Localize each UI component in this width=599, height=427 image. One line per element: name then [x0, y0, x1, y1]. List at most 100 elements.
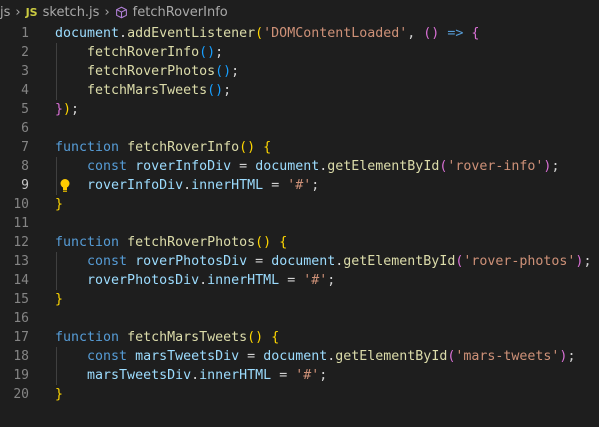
code-token: roverInfoDiv [87, 178, 184, 193]
code-line[interactable]: 3 fetchRoverPhotos(); [0, 62, 599, 81]
code-line[interactable]: 10} [0, 195, 599, 214]
code-line[interactable]: 9 roverInfoDiv.innerHTML = '#'; [0, 176, 599, 195]
code-area[interactable]: 1 document.addEventListener('DOMContentLo… [0, 24, 599, 404]
code-line[interactable]: 7 function fetchRoverInfo() { [0, 138, 599, 157]
line-number: 14 [13, 273, 29, 288]
line-number: 8 [21, 159, 29, 174]
code-text: } [55, 385, 63, 404]
code-line[interactable]: 20} [0, 385, 599, 404]
code-token: { [471, 26, 480, 41]
line-number: 12 [13, 235, 29, 250]
code-token: { [271, 330, 280, 345]
code-text: function fetchRoverPhotos() { [55, 233, 287, 252]
code-token: () [247, 330, 264, 345]
code-token: fetchRoverInfo [127, 140, 240, 155]
breadcrumb-file-label: sketch.js [42, 4, 100, 20]
code-line[interactable]: 18 const marsTweetsDiv = document.getEle… [0, 347, 599, 366]
code-text: const roverPhotosDiv = document.getEleme… [55, 252, 591, 271]
code-token: document [55, 26, 120, 41]
line-number: 4 [21, 83, 29, 98]
line-number: 16 [13, 311, 29, 326]
code-token: getElementById [327, 159, 440, 174]
code-line[interactable]: 4 fetchMarsTweets(); [0, 81, 599, 100]
code-line[interactable]: 2 fetchRoverInfo(); [0, 43, 599, 62]
line-number: 6 [21, 121, 29, 136]
code-line[interactable]: 17 function fetchMarsTweets() { [0, 328, 599, 347]
code-token: ; [583, 254, 592, 269]
code-token: ; [551, 159, 560, 174]
code-text: roverInfoDiv.innerHTML = '#'; [55, 176, 319, 195]
code-line[interactable]: 6 [0, 119, 599, 138]
code-token: '#' [287, 178, 312, 193]
code-token: . [119, 26, 128, 41]
code-token: innerHTML [199, 368, 272, 383]
code-line[interactable]: 16 [0, 309, 599, 328]
code-token: ; [231, 64, 240, 79]
code-line[interactable]: 12 function fetchRoverPhotos() { [0, 233, 599, 252]
line-number: 7 [21, 140, 29, 155]
chevron-right-icon: › [104, 4, 110, 20]
code-editor[interactable]: js › JS sketch.js › fetchRoverInfo 1 docu… [0, 0, 599, 427]
code-token: const [87, 159, 128, 174]
code-text: fetchRoverInfo(); [55, 43, 223, 62]
code-token: 'mars-tweets' [455, 349, 560, 364]
code-text: const marsTweetsDiv = document.getElemen… [55, 347, 575, 366]
code-line[interactable]: 19 marsTweetsDiv.innerHTML = '#'; [0, 366, 599, 385]
code-token: '#' [295, 368, 320, 383]
code-line[interactable]: 8 const roverInfoDiv = document.getEleme… [0, 157, 599, 176]
code-text: } [55, 290, 63, 309]
line-number: 10 [13, 197, 29, 212]
line-number: 17 [13, 330, 29, 345]
line-number: 11 [13, 216, 29, 231]
breadcrumb-folder[interactable]: js [0, 5, 10, 20]
code-token: getElementById [335, 349, 448, 364]
code-token: () [423, 26, 440, 41]
code-text: function fetchRoverInfo() { [55, 138, 271, 157]
code-token: ( [255, 26, 264, 41]
breadcrumb-symbol-label: fetchRoverInfo [132, 4, 228, 20]
code-token: document [263, 349, 328, 364]
line-number: 2 [21, 45, 29, 60]
code-line[interactable]: 5}); [0, 100, 599, 119]
javascript-file-icon: JS [25, 5, 38, 19]
code-line[interactable]: 1 document.addEventListener('DOMContentLo… [0, 24, 599, 43]
code-text: } [55, 195, 63, 214]
line-number: 18 [13, 349, 29, 364]
code-line[interactable]: 14 roverPhotosDiv.innerHTML = '#'; [0, 271, 599, 290]
code-token: fetchRoverPhotos [127, 235, 256, 250]
code-line[interactable]: 11 [0, 214, 599, 233]
code-text: fetchRoverPhotos(); [55, 62, 239, 81]
line-number: 5 [21, 102, 29, 117]
code-token: . [191, 368, 200, 383]
code-token: function [55, 330, 120, 345]
breadcrumb-symbol[interactable]: fetchRoverInfo [115, 5, 228, 20]
code-token: } [55, 292, 64, 307]
code-token: () [255, 235, 272, 250]
code-token: addEventListener [127, 26, 256, 41]
breadcrumb-file[interactable]: JS sketch.js [26, 5, 100, 20]
code-token: ) [63, 102, 72, 117]
code-token: = [279, 273, 304, 288]
code-token: } [55, 102, 64, 117]
code-line[interactable]: 13 const roverPhotosDiv = document.getEl… [0, 252, 599, 271]
code-token: = [247, 254, 272, 269]
code-line[interactable]: 15} [0, 290, 599, 309]
code-token: fetchMarsTweets [87, 83, 208, 98]
code-token: roverInfoDiv [135, 159, 232, 174]
code-token: roverPhotosDiv [135, 254, 248, 269]
code-token: } [55, 387, 64, 402]
code-token: { [279, 235, 288, 250]
line-number: 19 [13, 368, 29, 383]
code-token: , [407, 26, 424, 41]
